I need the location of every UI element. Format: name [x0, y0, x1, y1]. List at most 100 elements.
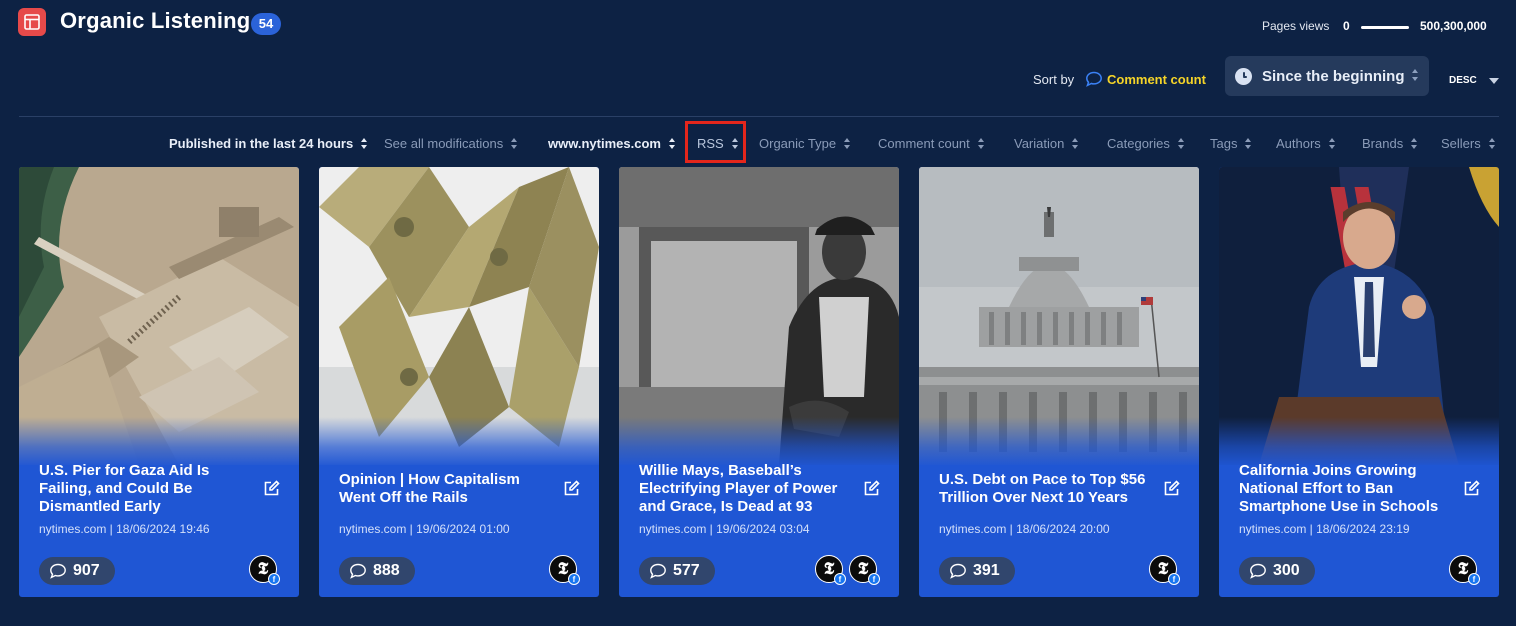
nyt-logo-glyph: 𝕿: [1157, 559, 1169, 579]
filter-label: Categories: [1107, 135, 1170, 151]
sort-label: Sort by: [1033, 72, 1075, 87]
pageviews-max: 500,300,000: [1420, 19, 1487, 33]
comment-count-pill[interactable]: 888: [339, 557, 415, 585]
filter-label: Tags: [1210, 135, 1238, 151]
filter-label: Organic Type: [759, 135, 837, 151]
article-meta: nytimes.com | 18/06/2024 20:00: [939, 522, 1110, 536]
image-fade: [19, 417, 299, 467]
nyt-logo-glyph: 𝕿: [823, 559, 835, 579]
filter-label: See all modifications: [384, 135, 504, 151]
source-icons: 𝕿f: [1449, 555, 1480, 585]
sort-arrows-icon: [1328, 137, 1336, 149]
page-title: Organic Listening: [60, 8, 251, 33]
nyt-logo-icon[interactable]: 𝕿f: [1449, 555, 1480, 585]
pageviews-label: Pages views: [1262, 19, 1330, 33]
filter-authors[interactable]: Authors: [1276, 134, 1336, 152]
article-card[interactable]: Willie Mays, Baseball’s Electrifying Pla…: [619, 167, 899, 597]
filter-organic-type[interactable]: Organic Type: [759, 134, 851, 152]
article-card[interactable]: Opinion | How Capitalism Went Off the Ra…: [319, 167, 599, 597]
comment-icon: [350, 563, 366, 579]
edit-icon[interactable]: [1463, 480, 1480, 497]
article-meta: nytimes.com | 19/06/2024 03:04: [639, 522, 810, 536]
clock-icon: [1235, 67, 1252, 85]
comment-icon: [950, 563, 966, 579]
sort-arrows-icon: [977, 137, 985, 149]
image-fade: [1219, 417, 1499, 467]
comment-icon: [650, 563, 666, 579]
filter-label: Authors: [1276, 135, 1321, 151]
source-icons: 𝕿f 𝕿f: [815, 555, 880, 585]
image-fade: [919, 417, 1199, 467]
facebook-icon: f: [1168, 573, 1180, 585]
sort-arrows-icon: [1411, 137, 1418, 149]
nyt-logo-icon[interactable]: 𝕿f: [815, 555, 846, 585]
filter-label: Brands: [1362, 135, 1404, 151]
sort-arrows-icon: [1488, 137, 1496, 149]
edit-icon[interactable]: [1163, 480, 1180, 497]
facebook-icon: f: [1468, 573, 1480, 585]
nyt-logo-icon[interactable]: 𝕿f: [549, 555, 580, 585]
image-fade: [619, 417, 899, 467]
sort-arrows-icon: [1245, 137, 1252, 149]
filter-variation[interactable]: Variation: [1014, 134, 1079, 152]
comment-icon: [1086, 71, 1102, 87]
filter-comment-count[interactable]: Comment count: [878, 134, 985, 152]
order-select[interactable]: DESC: [1449, 75, 1477, 86]
filter-rss[interactable]: RSS: [697, 134, 739, 152]
sort-arrows-icon: [731, 137, 739, 149]
facebook-icon: f: [868, 573, 880, 585]
filter-domain[interactable]: www.nytimes.com: [548, 134, 676, 152]
article-title[interactable]: U.S. Debt on Pace to Top $56 Trillion Ov…: [939, 462, 1151, 516]
comment-count: 577: [673, 562, 700, 579]
filter-modifications[interactable]: See all modifications: [384, 134, 518, 152]
filter-sellers[interactable]: Sellers: [1441, 134, 1496, 152]
article-meta: nytimes.com | 18/06/2024 23:19: [1239, 522, 1410, 536]
article-title[interactable]: U.S. Pier for Gaza Aid Is Failing, and C…: [39, 462, 251, 516]
period-select[interactable]: Since the beginning: [1225, 56, 1429, 96]
filter-categories[interactable]: Categories: [1107, 134, 1185, 152]
nyt-logo-icon[interactable]: 𝕿f: [849, 555, 880, 585]
filter-label: Comment count: [878, 135, 970, 151]
facebook-icon: f: [834, 573, 846, 585]
facebook-icon: f: [268, 573, 280, 585]
article-title[interactable]: Opinion | How Capitalism Went Off the Ra…: [339, 462, 551, 516]
sort-arrows-icon: [511, 137, 518, 149]
sort-arrows-icon: [1177, 137, 1185, 149]
filter-label: RSS: [697, 135, 724, 151]
nyt-logo-glyph: 𝕿: [257, 559, 269, 579]
filter-published-24h[interactable]: Published in the last 24 hours: [169, 134, 368, 152]
period-select-label: Since the beginning: [1262, 67, 1405, 85]
article-title[interactable]: California Joins Growing National Effort…: [1239, 462, 1451, 516]
article-title[interactable]: Willie Mays, Baseball’s Electrifying Pla…: [639, 462, 851, 516]
nyt-logo-glyph: 𝕿: [557, 559, 569, 579]
pageviews-range-slider[interactable]: [1361, 26, 1409, 29]
nyt-logo-icon[interactable]: 𝕿f: [1149, 555, 1180, 585]
nyt-logo-glyph: 𝕿: [1457, 559, 1469, 579]
sort-arrows-icon: [668, 137, 676, 149]
comment-count-pill[interactable]: 577: [639, 557, 715, 585]
sort-by-select[interactable]: Comment count: [1107, 72, 1206, 87]
comment-count: 888: [373, 562, 400, 579]
comment-icon: [50, 563, 66, 579]
article-card[interactable]: U.S. Pier for Gaza Aid Is Failing, and C…: [19, 167, 299, 597]
chevron-down-icon[interactable]: [1489, 78, 1499, 84]
article-card[interactable]: California Joins Growing National Effort…: [1219, 167, 1499, 597]
comment-count: 391: [973, 562, 1000, 579]
nyt-logo-icon[interactable]: 𝕿f: [249, 555, 280, 585]
filter-label: Sellers: [1441, 135, 1481, 151]
edit-icon[interactable]: [263, 480, 280, 497]
comment-count-pill[interactable]: 391: [939, 557, 1015, 585]
comment-count: 907: [73, 562, 100, 579]
filter-brands[interactable]: Brands: [1362, 134, 1418, 152]
pageviews-min: 0: [1343, 19, 1350, 33]
comment-count-pill[interactable]: 300: [1239, 557, 1315, 585]
article-card[interactable]: U.S. Debt on Pace to Top $56 Trillion Ov…: [919, 167, 1199, 597]
image-fade: [319, 417, 599, 467]
sort-arrows-icon: [1411, 68, 1419, 87]
edit-icon[interactable]: [863, 480, 880, 497]
filter-label: Variation: [1014, 135, 1065, 151]
source-icons: 𝕿f: [1149, 555, 1180, 585]
edit-icon[interactable]: [563, 480, 580, 497]
filter-tags[interactable]: Tags: [1210, 134, 1252, 152]
comment-count-pill[interactable]: 907: [39, 557, 115, 585]
